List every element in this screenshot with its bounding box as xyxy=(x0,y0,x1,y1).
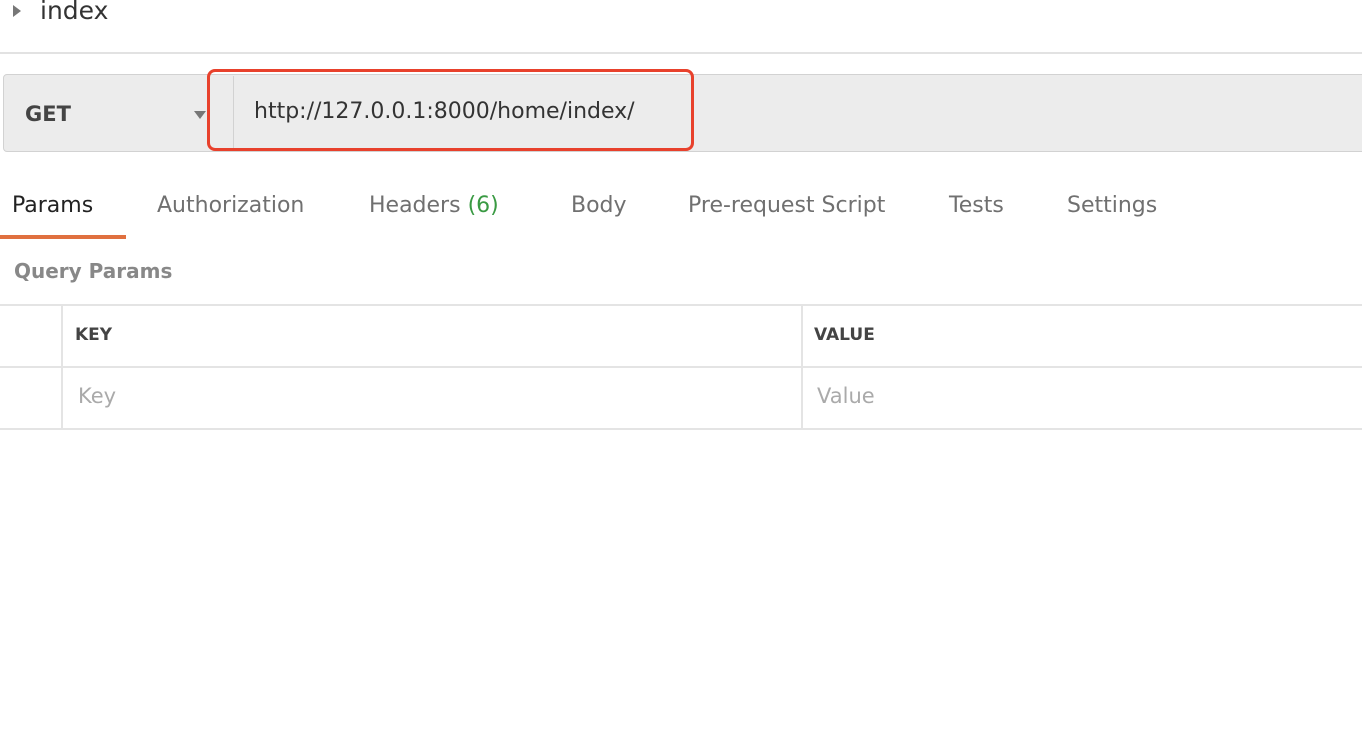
tab-settings[interactable]: Settings xyxy=(1067,193,1157,218)
method-select[interactable]: GET xyxy=(25,102,71,126)
key-input[interactable]: Key xyxy=(78,384,116,408)
tab-authorization[interactable]: Authorization xyxy=(157,193,304,218)
request-name[interactable]: index xyxy=(40,0,108,25)
headers-count-badge: (6) xyxy=(467,193,499,218)
column-divider xyxy=(61,305,63,430)
divider xyxy=(0,52,1362,54)
table-border xyxy=(0,428,1362,430)
tab-headers-label: Headers xyxy=(369,193,461,218)
caret-right-icon[interactable] xyxy=(13,5,21,17)
chevron-down-icon[interactable] xyxy=(194,111,206,119)
active-tab-indicator xyxy=(0,235,126,239)
highlight-box xyxy=(207,69,694,151)
tab-body[interactable]: Body xyxy=(571,193,627,218)
query-params-heading: Query Params xyxy=(14,259,173,283)
column-header-key: KEY xyxy=(75,325,113,345)
table-border xyxy=(0,366,1362,368)
tab-params[interactable]: Params xyxy=(12,193,93,218)
tab-headers[interactable]: Headers (6) xyxy=(369,193,499,218)
tab-pre-request-script[interactable]: Pre-request Script xyxy=(688,193,885,218)
tab-tests[interactable]: Tests xyxy=(949,193,1004,218)
value-input[interactable]: Value xyxy=(817,384,875,408)
column-header-value: VALUE xyxy=(814,325,875,345)
table-border xyxy=(0,304,1362,306)
column-divider xyxy=(801,305,803,430)
